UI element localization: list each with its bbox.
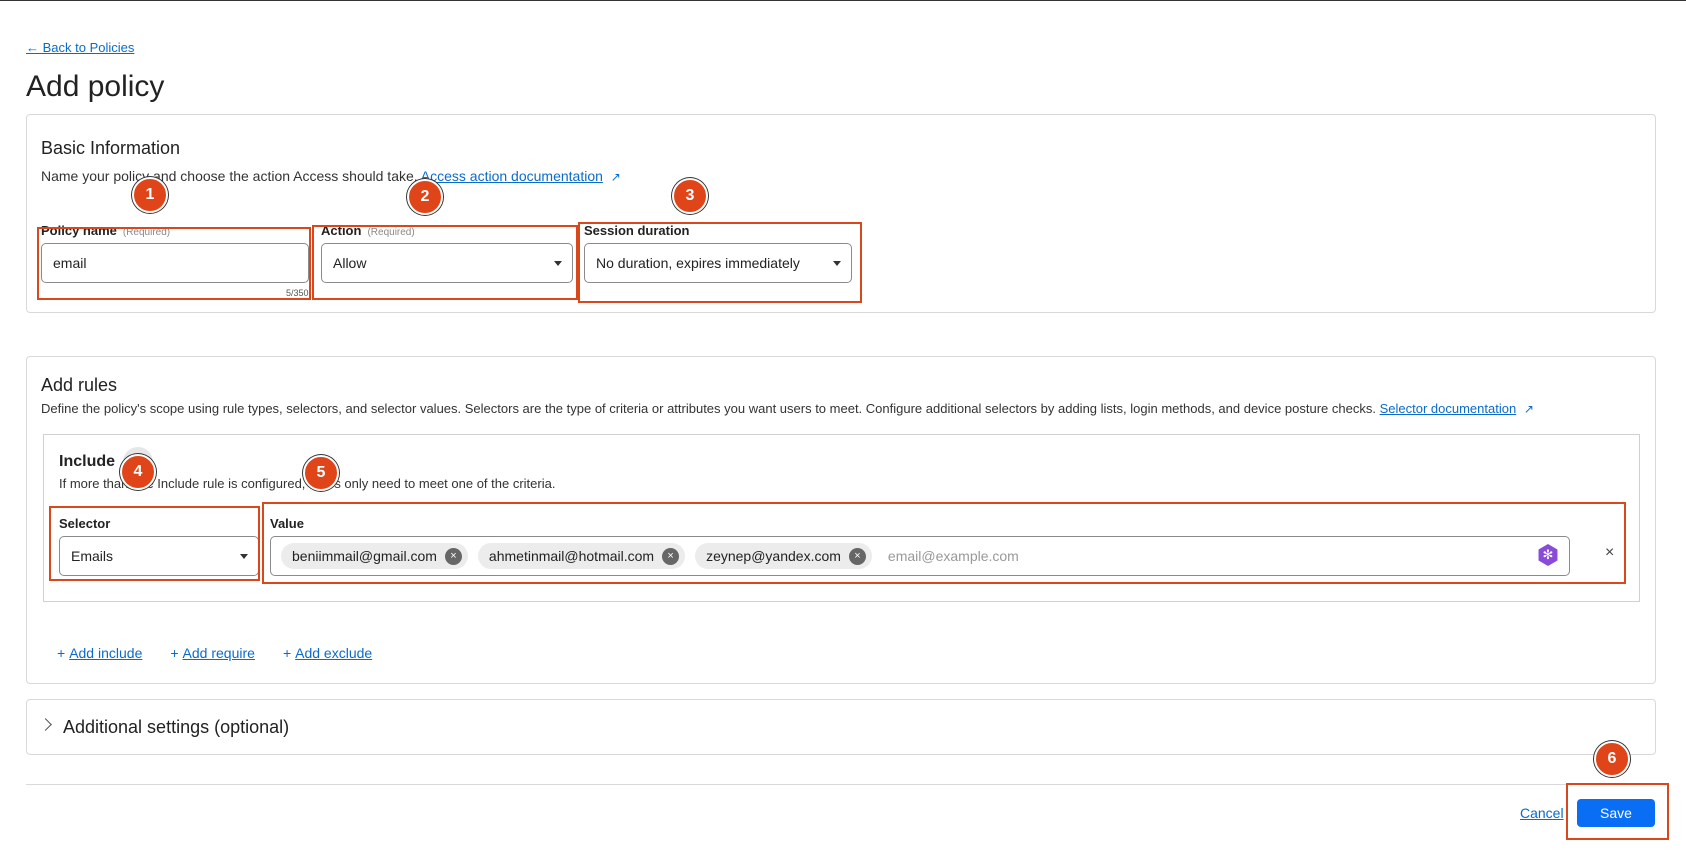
add-rules-description-text: Define the policy's scope using rule typ…	[41, 401, 1376, 416]
annotation-badge: 1	[132, 177, 168, 213]
add-require-item[interactable]: + Add require	[170, 645, 255, 661]
basic-information-description: Name your policy and choose the action A…	[41, 168, 621, 184]
annotation-badge: 5	[303, 455, 339, 491]
annotation-badge: 4	[120, 454, 156, 490]
add-include-item[interactable]: + Add include	[57, 645, 142, 661]
highlight-box-action	[312, 225, 578, 300]
back-to-policies-link[interactable]: ← Back to Policies	[26, 40, 134, 55]
add-include-link[interactable]: Add include	[69, 645, 142, 661]
access-action-documentation-link[interactable]: Access action documentation	[421, 168, 603, 184]
add-rule-links: + Add include + Add require + Add exclude	[57, 645, 372, 661]
external-link-icon: ↗	[1523, 402, 1534, 416]
basic-information-title: Basic Information	[41, 138, 181, 158]
highlight-box-selector	[49, 506, 260, 581]
highlight-box-value	[262, 502, 1626, 584]
highlight-box-save	[1566, 783, 1669, 840]
add-exclude-link[interactable]: Add exclude	[295, 645, 372, 661]
add-rules-description: Define the policy's scope using rule typ…	[41, 401, 1534, 416]
cancel-button[interactable]: Cancel	[1520, 805, 1564, 821]
add-require-link[interactable]: Add require	[183, 645, 255, 661]
selector-documentation-link[interactable]: Selector documentation	[1380, 401, 1517, 416]
chevron-right-icon[interactable]	[39, 718, 52, 731]
highlight-box-session-duration	[578, 222, 862, 303]
highlight-box-policy-name	[37, 227, 311, 300]
footer-divider	[26, 784, 1656, 785]
add-exclude-item[interactable]: + Add exclude	[283, 645, 372, 661]
basic-description-text: Name your policy and choose the action A…	[41, 168, 418, 184]
add-rules-title: Add rules	[41, 375, 118, 395]
annotation-badge: 6	[1594, 741, 1630, 777]
annotation-badge: 2	[407, 179, 443, 215]
page-title: Add policy	[26, 70, 165, 103]
additional-settings-card[interactable]: Additional settings (optional)	[26, 699, 1656, 755]
external-link-icon: ↗	[610, 170, 621, 184]
include-title: Include	[59, 453, 116, 470]
annotation-badge: 3	[672, 178, 708, 214]
additional-settings-title[interactable]: Additional settings (optional)	[63, 717, 289, 738]
top-border	[0, 0, 1686, 1]
